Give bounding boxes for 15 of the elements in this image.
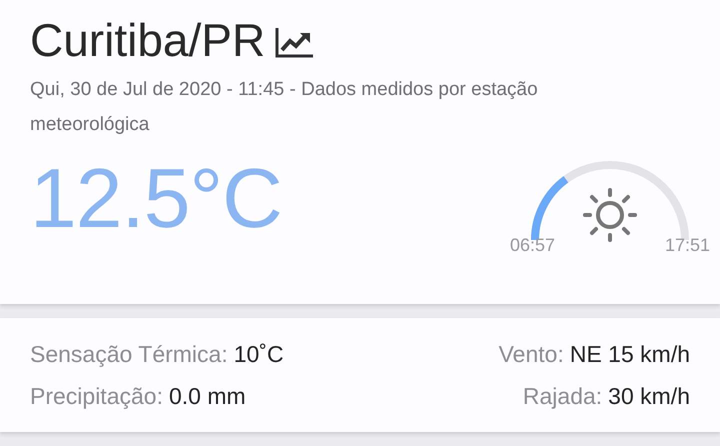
trend-chart-icon[interactable] <box>275 26 316 58</box>
temperature: 12.5°C <box>30 150 282 247</box>
sun-icon <box>583 188 637 242</box>
stat-label: Rajada: <box>522 383 602 409</box>
stat-value: 30 km/h <box>608 383 690 409</box>
stat-label: Precipitação: <box>30 383 163 409</box>
sunrise-time: 06:57 <box>510 235 556 256</box>
city-title: Curitiba/PR <box>30 13 266 68</box>
stat-value: NE 15 km/h <box>570 341 690 367</box>
stat-label: Sensação Térmica: <box>30 341 228 367</box>
stat-value: 10˚C <box>234 341 284 367</box>
measurement-info: Qui, 30 de Jul de 2020 - 11:45 - Dados medidos por estação meteorológica <box>30 78 539 137</box>
stat-label: Vento: <box>498 341 564 367</box>
sunset-time: 17:51 <box>664 235 710 256</box>
stat-value: 0.0 mm <box>168 383 246 409</box>
